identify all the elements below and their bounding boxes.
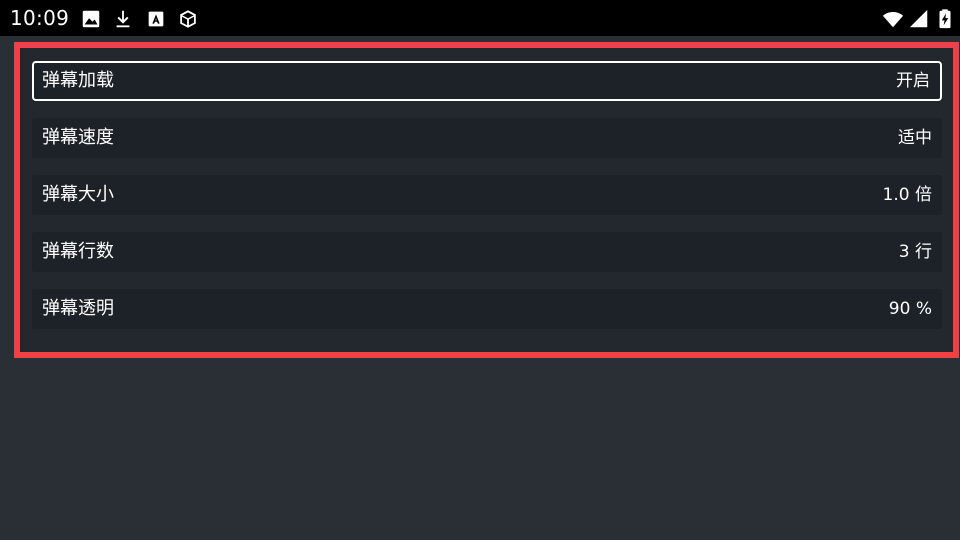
status-time: 10:09	[10, 6, 70, 30]
danmaku-settings-panel: 弹幕加载 开启 弹幕速度 适中 弹幕大小 1.0 倍 弹幕行数 3 行 弹幕透明…	[14, 42, 959, 358]
cube-icon	[177, 8, 199, 30]
setting-value: 开启	[896, 71, 930, 91]
setting-label: 弹幕速度	[42, 127, 114, 148]
setting-label: 弹幕透明	[42, 298, 114, 319]
setting-label: 弹幕行数	[42, 241, 114, 262]
setting-danmaku-lines[interactable]: 弹幕行数 3 行	[32, 232, 942, 272]
setting-label: 弹幕加载	[42, 70, 114, 91]
status-bar: 10:09	[0, 0, 960, 36]
setting-value: 适中	[898, 128, 932, 148]
setting-danmaku-size[interactable]: 弹幕大小 1.0 倍	[32, 175, 942, 215]
setting-danmaku-loading[interactable]: 弹幕加载 开启	[32, 61, 942, 101]
setting-danmaku-opacity[interactable]: 弹幕透明 90 %	[32, 289, 942, 329]
wifi-icon	[882, 8, 904, 30]
image-icon	[80, 8, 102, 30]
setting-value: 3 行	[898, 242, 932, 262]
battery-charging-icon	[934, 8, 956, 30]
setting-value: 90 %	[888, 299, 932, 319]
setting-danmaku-speed[interactable]: 弹幕速度 适中	[32, 118, 942, 158]
signal-icon	[908, 8, 930, 30]
download-icon	[112, 8, 134, 30]
setting-label: 弹幕大小	[42, 184, 114, 205]
setting-value: 1.0 倍	[882, 185, 932, 205]
a-letter-icon	[145, 8, 167, 30]
